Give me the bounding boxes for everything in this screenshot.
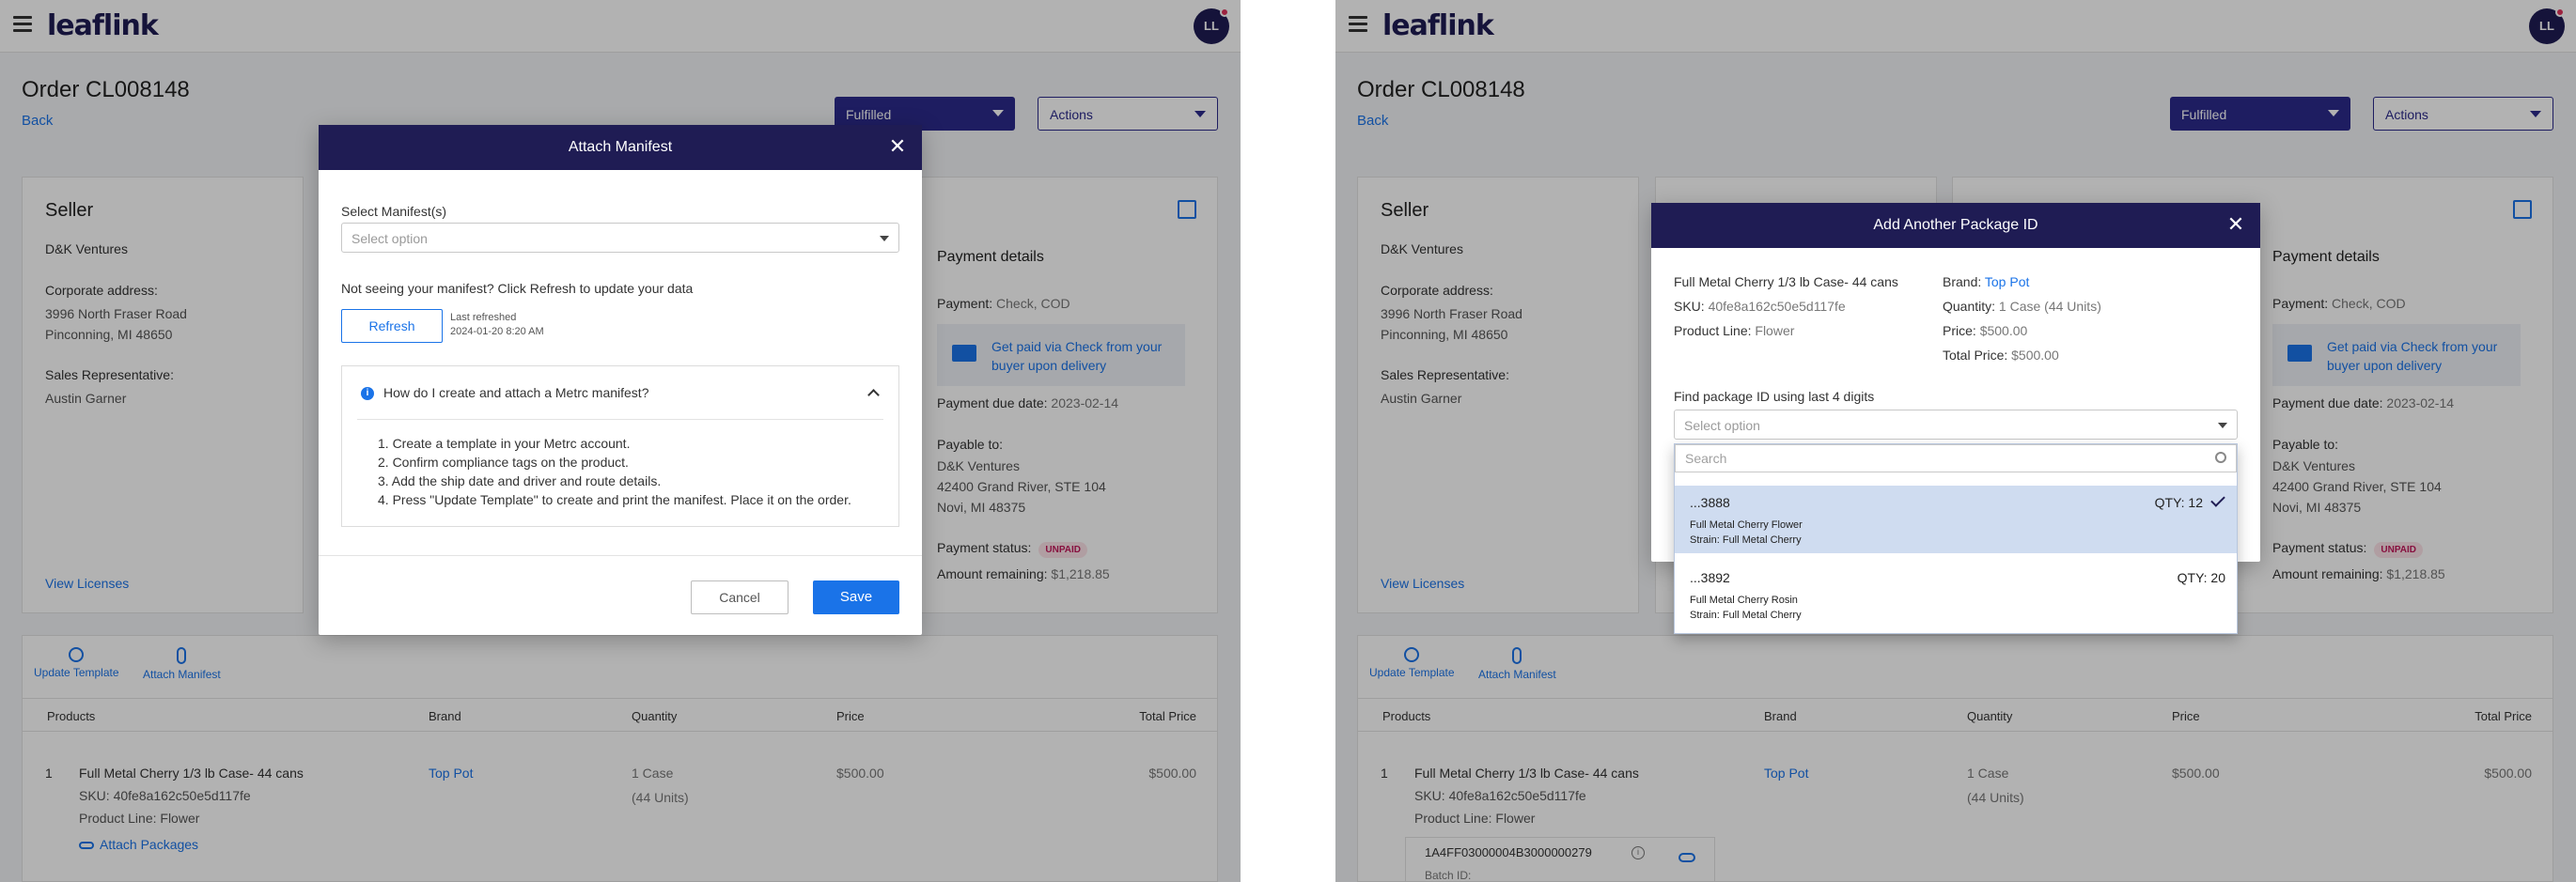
package-dropdown: Search ...3888 QTY: 12 Full Metal Cherry… xyxy=(1674,443,2238,634)
screen-attach-manifest: leaflink LL Order CL008148 Back Fulfille… xyxy=(0,0,1241,882)
package-select-placeholder: Select option xyxy=(1684,418,1760,433)
option-strain: Strain: Full Metal Cherry xyxy=(1690,534,1802,546)
faq-step-2: 2. Confirm compliance tags on the produc… xyxy=(378,455,629,470)
attach-manifest-modal: Attach Manifest ✕ Select Manifest(s) Sele… xyxy=(319,125,922,635)
modal-header: Attach Manifest ✕ xyxy=(319,125,922,170)
total-label: Total Price: xyxy=(1943,348,2008,363)
line-label: Product Line: xyxy=(1674,323,1752,338)
price-label: Price: xyxy=(1943,323,1976,338)
package-option[interactable]: ...3888 QTY: 12 Full Metal Cherry Flower… xyxy=(1675,486,2237,553)
option-qty: QTY: 12 xyxy=(2154,495,2203,510)
option-qty: QTY: 20 xyxy=(2177,570,2225,585)
package-sku: SKU: 40fe8a162c50e5d117fe xyxy=(1674,299,1846,314)
manifest-select[interactable]: Select option xyxy=(341,223,899,253)
manifest-select-placeholder: Select option xyxy=(351,231,428,246)
modal-footer: Cancel Save xyxy=(319,555,922,635)
info-icon: i xyxy=(361,387,374,400)
option-strain: Strain: Full Metal Cherry xyxy=(1690,610,1802,621)
package-option[interactable]: ...3892 QTY: 20 Full Metal Cherry Rosin … xyxy=(1675,561,2237,628)
sku-label: SKU: xyxy=(1674,299,1705,314)
chevron-down-icon xyxy=(2218,423,2227,428)
option-product: Full Metal Cherry Rosin xyxy=(1690,595,1798,606)
select-manifest-label: Select Manifest(s) xyxy=(341,204,447,219)
faq-step-4: 4. Press "Update Template" to create and… xyxy=(378,492,851,507)
package-quantity: Quantity: 1 Case (44 Units) xyxy=(1943,299,2101,314)
package-price: Price: $500.00 xyxy=(1943,323,2027,338)
package-search-input[interactable]: Search xyxy=(1675,444,2237,472)
faq-title[interactable]: How do I create and attach a Metrc manif… xyxy=(383,385,648,400)
package-product-line: Product Line: Flower xyxy=(1674,323,1794,338)
manifest-faq-accordion: i How do I create and attach a Metrc man… xyxy=(341,365,899,527)
last-refreshed-value: 2024-01-20 8:20 AM xyxy=(450,326,544,337)
package-brand: Brand: Top Pot xyxy=(1943,274,2029,289)
qty-label: Quantity: xyxy=(1943,299,1996,314)
search-placeholder: Search xyxy=(1685,451,1727,466)
close-icon[interactable]: ✕ xyxy=(2226,214,2245,235)
faq-step-3: 3. Add the ship date and driver and rout… xyxy=(378,473,662,488)
modal-header: Add Another Package ID ✕ xyxy=(1651,203,2260,248)
brand-value[interactable]: Top Pot xyxy=(1985,274,2029,289)
line-value: Flower xyxy=(1755,323,1795,338)
modal-title: Add Another Package ID xyxy=(1873,217,2038,233)
last-refreshed-label: Last refreshed xyxy=(450,312,517,323)
refresh-hint: Not seeing your manifest? Click Refresh … xyxy=(341,281,694,296)
package-select[interactable]: Select option xyxy=(1674,410,2238,440)
save-button[interactable]: Save xyxy=(813,580,899,614)
option-id: ...3888 xyxy=(1690,495,1730,510)
find-package-label: Find package ID using last 4 digits xyxy=(1674,389,1875,404)
option-product: Full Metal Cherry Flower xyxy=(1690,519,1803,531)
checkmark-icon xyxy=(2210,492,2225,507)
package-product-name: Full Metal Cherry 1/3 lb Case- 44 cans xyxy=(1674,274,1898,289)
total-value: $500.00 xyxy=(2011,348,2059,363)
search-icon xyxy=(2215,452,2226,463)
screen-add-package-id: leaflink LL Order CL008148 Back Fulfille… xyxy=(1335,0,2576,882)
chevron-up-icon[interactable] xyxy=(867,389,880,401)
faq-step-1: 1. Create a template in your Metrc accou… xyxy=(378,436,631,451)
brand-label: Brand: xyxy=(1943,274,1982,289)
faq-divider xyxy=(357,419,883,420)
option-id: ...3892 xyxy=(1690,570,1730,585)
qty-value: 1 Case (44 Units) xyxy=(1998,299,2101,314)
modal-title: Attach Manifest xyxy=(568,139,673,155)
package-total-price: Total Price: $500.00 xyxy=(1943,348,2059,363)
close-icon[interactable]: ✕ xyxy=(888,136,907,157)
sku-value: 40fe8a162c50e5d117fe xyxy=(1708,299,1846,314)
chevron-down-icon xyxy=(880,236,889,241)
refresh-button[interactable]: Refresh xyxy=(341,309,443,343)
price-value: $500.00 xyxy=(1979,323,2028,338)
cancel-button[interactable]: Cancel xyxy=(691,580,788,614)
